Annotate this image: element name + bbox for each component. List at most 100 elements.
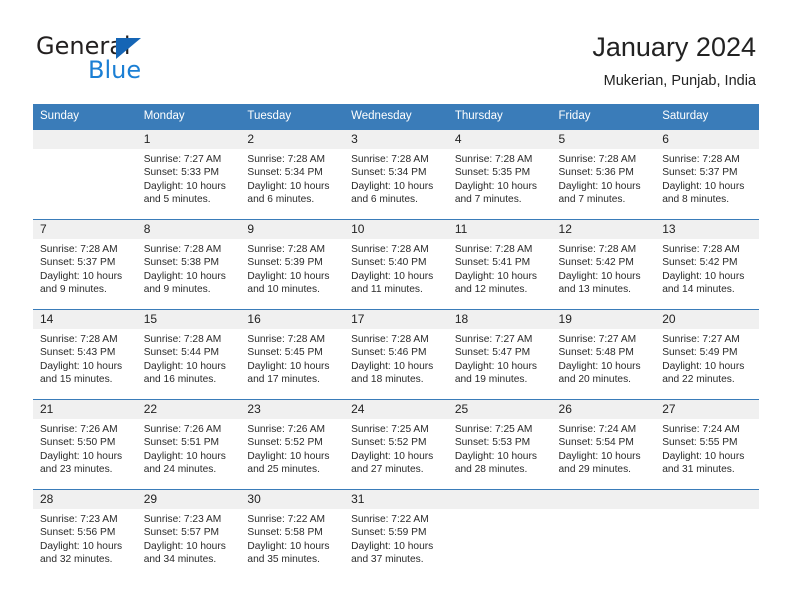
- day-number: 3: [344, 130, 448, 149]
- calendar-day-cell-empty: [447, 489, 552, 580]
- sunrise-text: Sunrise: 7:26 AM: [143, 424, 222, 435]
- day-number: 27: [655, 400, 759, 419]
- calendar-body: 1 Sunrise: 7:27 AM Sunset: 5:33 PM Daylight…: [33, 129, 759, 580]
- day-details: Sunrise: 7:28 AM Sunset: 5:45 PM Daylight:…: [240, 329, 344, 387]
- calendar-day-cell[interactable]: 2 Sunrise: 7:28 AM Sunset: 5:34 PM Daylight…: [240, 129, 345, 220]
- calendar-day-cell[interactable]: 8 Sunrise: 7:28 AM Sunset: 5:38 PM Daylight…: [136, 219, 241, 310]
- sunrise-text: Sunrise: 7:24 AM: [558, 424, 637, 435]
- calendar-day-cell[interactable]: 1 Sunrise: 7:27 AM Sunset: 5:33 PM Daylight…: [136, 129, 241, 220]
- day-number: 31: [344, 490, 448, 509]
- day-number: 15: [136, 310, 241, 329]
- day-number: [551, 490, 656, 509]
- sunset-text: Sunset: 5:49 PM: [662, 347, 738, 359]
- day-number: 25: [447, 400, 552, 419]
- day-number: 4: [447, 130, 552, 149]
- calendar-day-cell[interactable]: 9 Sunrise: 7:28 AM Sunset: 5:39 PM Daylight…: [240, 219, 345, 310]
- day-number: 29: [136, 490, 241, 509]
- sunset-text: Sunset: 5:41 PM: [454, 257, 531, 269]
- daylight-text-line1: Daylight: 10 hours: [351, 270, 434, 282]
- sunset-text: Sunset: 5:45 PM: [247, 347, 323, 359]
- sunrise-text: Sunrise: 7:28 AM: [454, 244, 533, 255]
- calendar-day-cell[interactable]: 11 Sunrise: 7:28 AM Sunset: 5:41 PM Dayligh…: [447, 219, 552, 310]
- calendar-header-row: Sunday Monday Tuesday Wednesday Thursday…: [33, 104, 759, 130]
- calendar-day-cell[interactable]: 27 Sunrise: 7:24 AM Sunset: 5:55 PM Dayligh…: [655, 399, 759, 490]
- daylight-text-line2: and 23 minutes.: [40, 464, 113, 476]
- sunset-text: Sunset: 5:56 PM: [40, 527, 116, 539]
- sunset-text: Sunset: 5:33 PM: [143, 167, 220, 179]
- calendar-day-cell[interactable]: 7 Sunrise: 7:28 AM Sunset: 5:37 PM Daylight…: [33, 219, 137, 310]
- calendar-day-cell[interactable]: 14 Sunrise: 7:28 AM Sunset: 5:43 PM Dayligh…: [33, 309, 137, 400]
- sunrise-text: Sunrise: 7:27 AM: [454, 334, 533, 345]
- calendar-day-cell[interactable]: 5 Sunrise: 7:28 AM Sunset: 5:36 PM Daylight…: [551, 129, 656, 220]
- calendar-day-cell[interactable]: 19 Sunrise: 7:27 AM Sunset: 5:48 PM Dayligh…: [551, 309, 656, 400]
- daylight-text-line2: and 16 minutes.: [143, 374, 217, 386]
- calendar-day-cell[interactable]: 25 Sunrise: 7:25 AM Sunset: 5:53 PM Dayligh…: [447, 399, 552, 490]
- daylight-text-line1: Daylight: 10 hours: [351, 180, 434, 192]
- page-title: January 2024: [592, 32, 756, 62]
- daylight-text-line2: and 29 minutes.: [558, 464, 632, 476]
- sunrise-text: Sunrise: 7:28 AM: [143, 334, 222, 345]
- daylight-text-line1: Daylight: 10 hours: [351, 360, 434, 372]
- day-number: 16: [240, 310, 345, 329]
- sunset-text: Sunset: 5:50 PM: [40, 437, 116, 449]
- calendar-day-cell[interactable]: 30 Sunrise: 7:22 AM Sunset: 5:58 PM Dayligh…: [240, 489, 345, 580]
- calendar-day-cell[interactable]: 16 Sunrise: 7:28 AM Sunset: 5:45 PM Dayligh…: [240, 309, 345, 400]
- calendar-day-cell[interactable]: 26 Sunrise: 7:24 AM Sunset: 5:54 PM Dayligh…: [551, 399, 656, 490]
- sunset-text: Sunset: 5:37 PM: [40, 257, 116, 269]
- daylight-text-line2: and 18 minutes.: [351, 374, 424, 386]
- daylight-text-line2: and 7 minutes.: [454, 194, 522, 206]
- calendar-day-cell[interactable]: 28 Sunrise: 7:23 AM Sunset: 5:56 PM Dayligh…: [33, 489, 137, 580]
- sunrise-text: Sunrise: 7:28 AM: [662, 154, 740, 165]
- day-details: Sunrise: 7:27 AM Sunset: 5:49 PM Daylight:…: [655, 329, 759, 387]
- day-number: 18: [447, 310, 552, 329]
- day-details: Sunrise: 7:28 AM Sunset: 5:34 PM Daylight:…: [240, 149, 344, 207]
- sunset-text: Sunset: 5:34 PM: [247, 167, 323, 179]
- day-details: Sunrise: 7:28 AM Sunset: 5:42 PM Daylight:…: [552, 239, 656, 297]
- calendar-day-cell[interactable]: 17 Sunrise: 7:28 AM Sunset: 5:46 PM Dayligh…: [344, 309, 448, 400]
- sunrise-text: Sunrise: 7:25 AM: [454, 424, 533, 435]
- daylight-text-line2: and 9 minutes.: [143, 284, 211, 296]
- day-details: Sunrise: 7:28 AM Sunset: 5:41 PM Daylight:…: [448, 239, 552, 297]
- daylight-text-line2: and 32 minutes.: [40, 554, 113, 566]
- day-details: Sunrise: 7:28 AM Sunset: 5:35 PM Daylight:…: [448, 149, 552, 207]
- day-number: 9: [240, 220, 345, 239]
- daylight-text-line1: Daylight: 10 hours: [454, 450, 537, 462]
- daylight-text-line2: and 17 minutes.: [247, 374, 320, 386]
- day-number: [447, 490, 552, 509]
- calendar-day-cell[interactable]: 15 Sunrise: 7:28 AM Sunset: 5:44 PM Dayligh…: [136, 309, 241, 400]
- calendar-day-cell[interactable]: 13 Sunrise: 7:28 AM Sunset: 5:42 PM Dayligh…: [655, 219, 759, 310]
- day-details: Sunrise: 7:22 AM Sunset: 5:58 PM Daylight:…: [240, 509, 344, 567]
- sunrise-text: Sunrise: 7:28 AM: [558, 244, 637, 255]
- day-number: 26: [551, 400, 656, 419]
- daylight-text-line2: and 9 minutes.: [40, 284, 107, 296]
- daylight-text-line2: and 15 minutes.: [40, 374, 113, 386]
- calendar-day-cell[interactable]: 6 Sunrise: 7:28 AM Sunset: 5:37 PM Daylight…: [655, 129, 759, 220]
- daylight-text-line2: and 28 minutes.: [454, 464, 528, 476]
- daylight-text-line2: and 22 minutes.: [662, 374, 735, 386]
- calendar-day-cell-empty: [655, 489, 759, 580]
- sunset-text: Sunset: 5:39 PM: [247, 257, 323, 269]
- sunrise-text: Sunrise: 7:28 AM: [143, 244, 222, 255]
- calendar-day-cell[interactable]: 18 Sunrise: 7:27 AM Sunset: 5:47 PM Dayligh…: [447, 309, 552, 400]
- sunset-text: Sunset: 5:59 PM: [351, 527, 427, 539]
- calendar-week-row: 7 Sunrise: 7:28 AM Sunset: 5:37 PM Daylight…: [33, 219, 759, 310]
- sunset-text: Sunset: 5:58 PM: [247, 527, 323, 539]
- calendar-day-cell[interactable]: 24 Sunrise: 7:25 AM Sunset: 5:52 PM Dayligh…: [344, 399, 448, 490]
- calendar-day-cell[interactable]: 23 Sunrise: 7:26 AM Sunset: 5:52 PM Dayligh…: [240, 399, 345, 490]
- daylight-text-line2: and 10 minutes.: [247, 284, 320, 296]
- day-number: [33, 130, 137, 149]
- calendar-day-cell[interactable]: 31 Sunrise: 7:22 AM Sunset: 5:59 PM Dayligh…: [344, 489, 448, 580]
- calendar-day-cell[interactable]: 20 Sunrise: 7:27 AM Sunset: 5:49 PM Dayligh…: [655, 309, 759, 400]
- calendar-day-cell[interactable]: 10 Sunrise: 7:28 AM Sunset: 5:40 PM Dayligh…: [344, 219, 448, 310]
- sunset-text: Sunset: 5:38 PM: [143, 257, 220, 269]
- calendar-day-cell[interactable]: 4 Sunrise: 7:28 AM Sunset: 5:35 PM Daylight…: [447, 129, 552, 220]
- daylight-text-line2: and 14 minutes.: [662, 284, 735, 296]
- calendar-day-cell[interactable]: 29 Sunrise: 7:23 AM Sunset: 5:57 PM Dayligh…: [136, 489, 241, 580]
- sunrise-text: Sunrise: 7:27 AM: [558, 334, 637, 345]
- calendar-day-cell[interactable]: 3 Sunrise: 7:28 AM Sunset: 5:34 PM Daylight…: [344, 129, 448, 220]
- weekday-header-tuesday: Tuesday: [240, 104, 345, 130]
- sunrise-text: Sunrise: 7:22 AM: [247, 514, 325, 525]
- calendar-day-cell[interactable]: 21 Sunrise: 7:26 AM Sunset: 5:50 PM Dayligh…: [33, 399, 137, 490]
- calendar-day-cell[interactable]: 12 Sunrise: 7:28 AM Sunset: 5:42 PM Dayligh…: [551, 219, 656, 310]
- calendar-day-cell[interactable]: 22 Sunrise: 7:26 AM Sunset: 5:51 PM Dayligh…: [136, 399, 241, 490]
